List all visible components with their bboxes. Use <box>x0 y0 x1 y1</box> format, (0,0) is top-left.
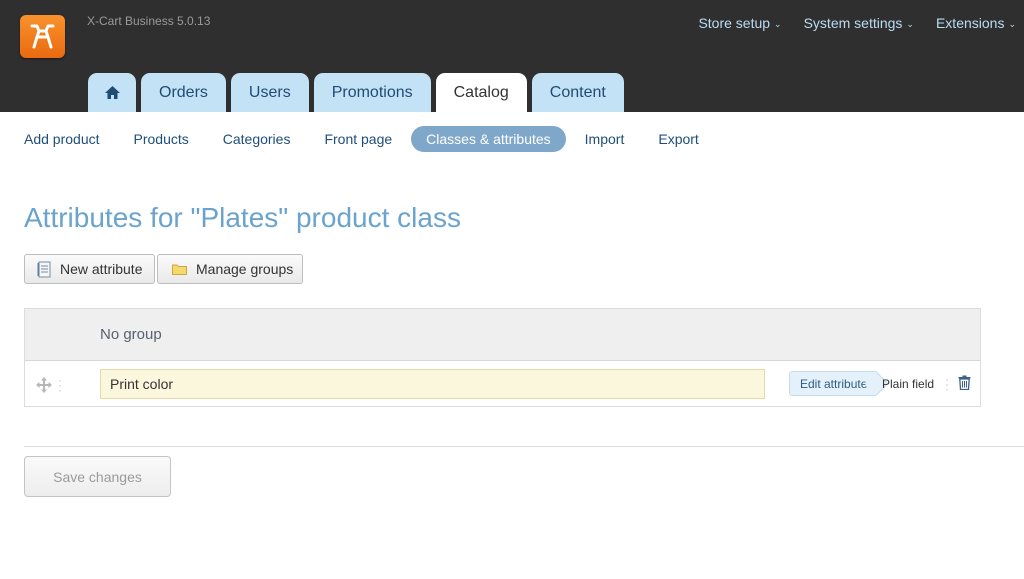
tab-content[interactable]: Content <box>531 73 624 112</box>
move-icon <box>36 377 52 393</box>
new-attribute-label: New attribute <box>60 261 143 277</box>
tab-catalog[interactable]: Catalog <box>435 73 527 112</box>
attribute-name-field[interactable]: Print color <box>100 369 765 399</box>
edit-attribute-button[interactable]: Edit attribute <box>789 371 879 396</box>
xcart-logo[interactable] <box>20 15 65 58</box>
subnav-categories[interactable]: Categories <box>223 126 291 152</box>
attribute-type: Plain field <box>882 377 935 391</box>
app-version: X-Cart Business 5.0.13 <box>87 14 211 28</box>
menu-system-settings[interactable]: System settings ⌄ <box>804 15 914 31</box>
chevron-down-icon: ⌄ <box>1008 18 1016 29</box>
subnav-classes-attributes[interactable]: Classes & attributes <box>411 126 566 152</box>
trash-icon <box>958 375 971 391</box>
top-bar: X-Cart Business 5.0.13 Store setup ⌄ Sys… <box>0 0 1024 112</box>
menu-label: Extensions <box>935 15 1005 31</box>
page-title: Attributes for "Plates" product class <box>24 202 461 233</box>
top-menu: Store setup ⌄ System settings ⌄ Extensio… <box>698 15 1016 31</box>
cart-logo-icon <box>30 24 55 49</box>
subnav-import[interactable]: Import <box>585 126 625 152</box>
tab-promotions[interactable]: Promotions <box>313 73 431 112</box>
group-name: No group <box>100 326 162 343</box>
document-icon <box>37 261 52 278</box>
menu-extensions[interactable]: Extensions ⌄ <box>936 15 1016 31</box>
group-header: No group <box>25 309 980 361</box>
table-row: · · · Print color Edit attribute Plain fie… <box>25 361 980 407</box>
new-attribute-button[interactable]: New attribute <box>24 254 155 284</box>
subnav-front-page[interactable]: Front page <box>324 126 392 152</box>
dots-separator: · · · <box>58 372 62 397</box>
menu-label: System settings <box>803 15 903 31</box>
chevron-down-icon: ⌄ <box>774 18 782 29</box>
tab-orders[interactable]: Orders <box>141 73 226 112</box>
home-icon <box>104 86 120 99</box>
dots-separator: · · · <box>945 372 949 396</box>
delete-attribute-button[interactable] <box>958 375 971 395</box>
folder-icon <box>172 263 187 275</box>
main-tabs: Orders Users Promotions Catalog Content <box>88 73 624 112</box>
subnav-products[interactable]: Products <box>134 126 189 152</box>
chevron-down-icon: ⌄ <box>906 18 914 29</box>
tab-home[interactable] <box>88 73 136 112</box>
subnav-export[interactable]: Export <box>658 126 698 152</box>
divider <box>24 446 1024 447</box>
tab-users[interactable]: Users <box>230 73 309 112</box>
catalog-subnav: Add product Products Categories Front pa… <box>24 126 733 152</box>
attributes-grid: No group · · · Print color Edit attribute … <box>24 308 981 407</box>
menu-label: Store setup <box>698 15 771 31</box>
save-changes-button[interactable]: Save changes <box>24 456 171 497</box>
manage-groups-label: Manage groups <box>196 261 294 277</box>
manage-groups-button[interactable]: Manage groups <box>157 254 303 284</box>
subnav-add-product[interactable]: Add product <box>24 126 100 152</box>
menu-store-setup[interactable]: Store setup ⌄ <box>698 15 781 31</box>
drag-handle[interactable]: · · · <box>36 372 62 397</box>
